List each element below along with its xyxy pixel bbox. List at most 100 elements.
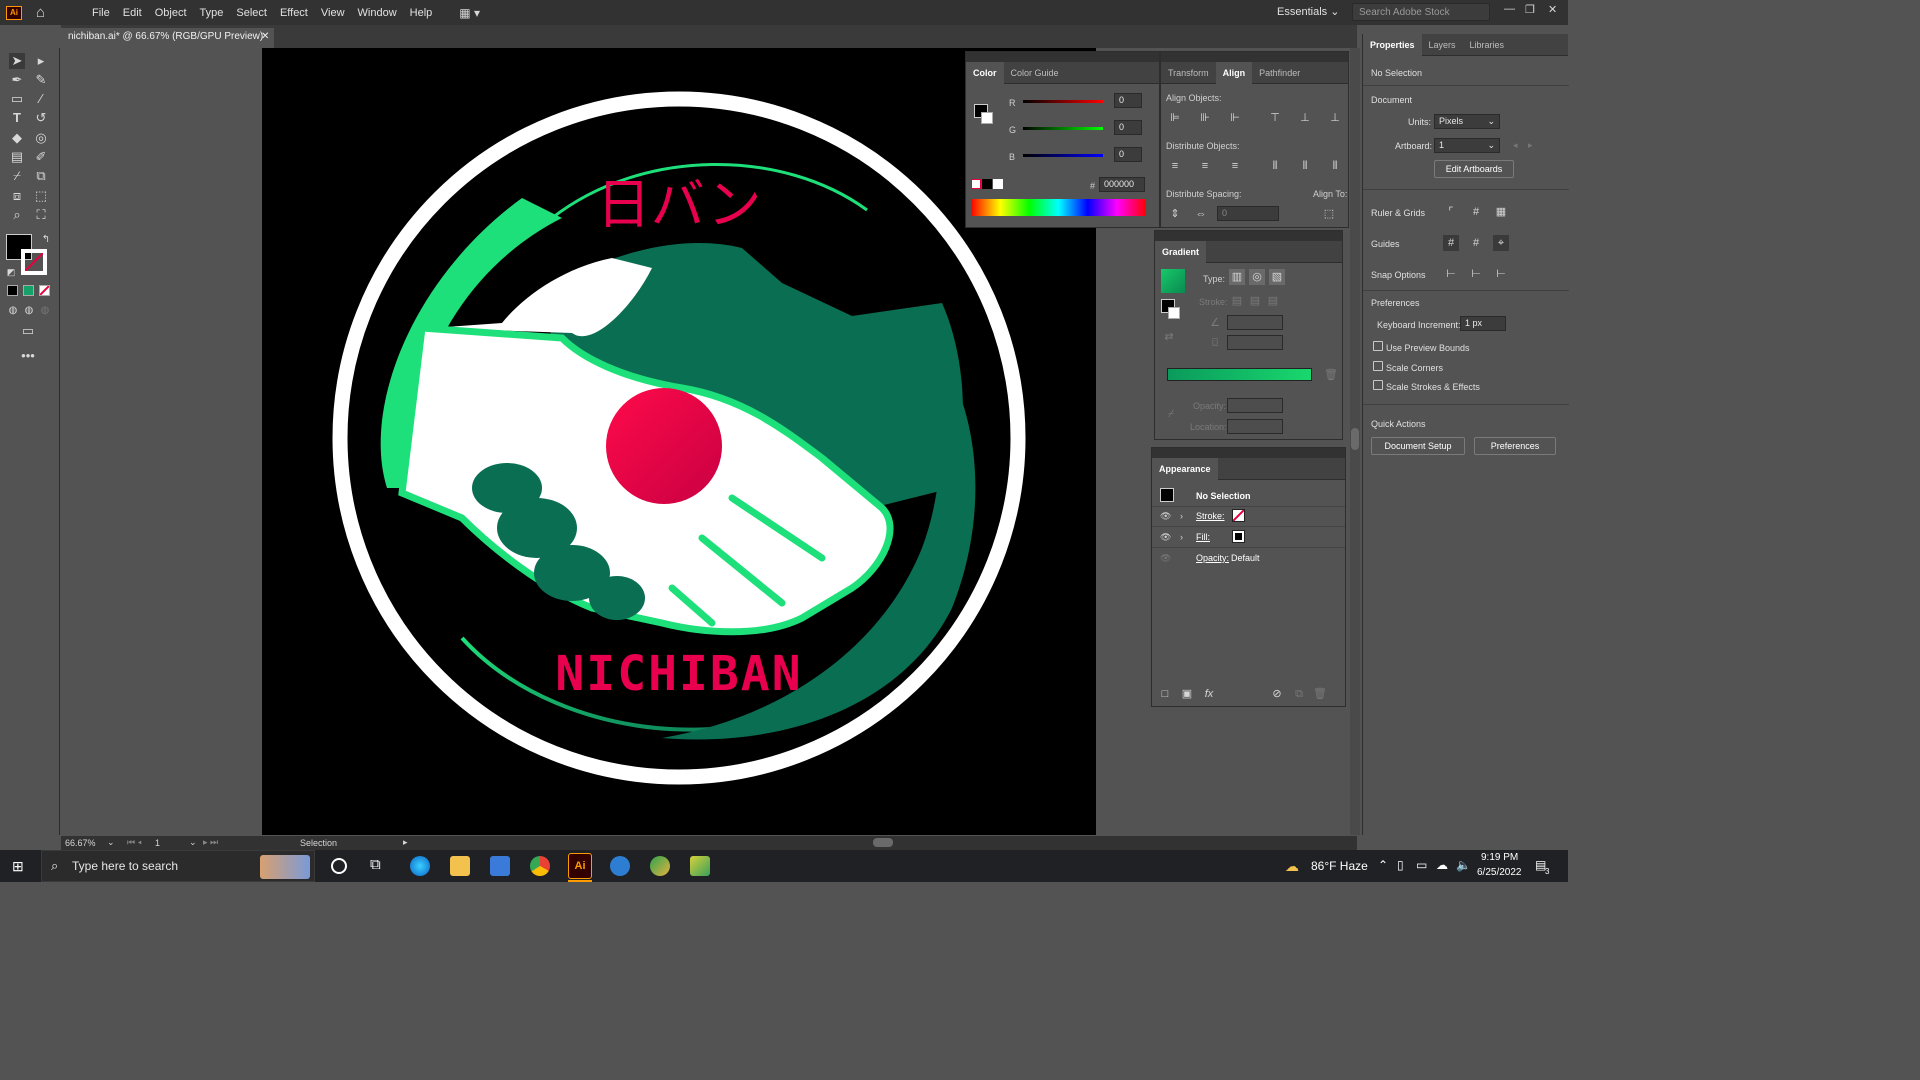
minimize-icon[interactable]: — [1504,3,1515,15]
snap-to-grid-icon[interactable]: ⊢ [1468,266,1484,282]
gradient-location-input[interactable] [1227,419,1283,434]
tab-color-guide[interactable]: Color Guide [1004,62,1066,84]
align-hcenter-icon[interactable]: ⊪ [1197,110,1213,126]
restore-icon[interactable]: ❐ [1525,3,1535,16]
distribute-hcenter-icon[interactable]: ⦀ [1297,158,1313,174]
gradient-tool-icon[interactable]: ▤ [9,149,25,165]
status-arrow-icon[interactable]: ▸ [403,837,408,848]
document-setup-button[interactable]: Document Setup [1371,437,1465,455]
horizontal-scrollbar-thumb[interactable] [873,838,893,847]
last-artboard-icon[interactable]: ▸ ⏭ [203,837,218,848]
stroke-swatch[interactable] [21,249,47,275]
gradient-opacity-input[interactable] [1227,398,1283,413]
arrange-documents-icon[interactable]: ▦ ▾ [459,6,480,20]
radial-gradient-icon[interactable]: ◎ [1249,269,1265,285]
chrome-icon[interactable] [530,856,550,876]
taskbar-search-box[interactable]: ⌕ Type here to search [41,850,315,882]
channel-b-input[interactable]: 0 [1114,147,1142,162]
clock-time[interactable]: 9:19 PM [1481,852,1518,863]
channel-g-input[interactable]: 0 [1114,120,1142,135]
tray-chevron-icon[interactable]: ⌃ [1378,858,1388,872]
distribute-vspace-icon[interactable]: ⇕ [1167,206,1183,222]
align-to-selection-icon[interactable]: ⬚ [1321,206,1337,222]
scale-corners-checkbox[interactable] [1373,361,1383,371]
channel-r-slider[interactable] [1023,100,1103,103]
type-tool-icon[interactable]: T [9,110,25,126]
onedrive-icon[interactable]: ☁ [1436,858,1448,872]
globe-app-icon[interactable] [650,856,670,876]
gradient-stroke-swatch[interactable] [1168,307,1180,319]
cortana-icon[interactable] [331,858,347,874]
artboard-tool-icon[interactable]: ⬚ [33,188,49,204]
align-right-icon[interactable]: ⊩ [1227,110,1243,126]
use-preview-bounds-checkbox[interactable] [1373,341,1383,351]
add-fill-icon[interactable]: ▣ [1179,686,1195,702]
tab-properties[interactable]: Properties [1363,33,1422,56]
pen-tool-icon[interactable]: ✒ [9,72,25,88]
vertical-scrollbar-thumb[interactable] [1351,428,1359,450]
color-spectrum[interactable] [971,199,1146,216]
menu-type[interactable]: Type [200,7,224,19]
paintbrush-tool-icon[interactable]: ⁄ [33,91,49,107]
aspect-input[interactable] [1227,335,1283,350]
snap-to-point-icon[interactable]: ⊢ [1443,266,1459,282]
opacity-visibility-icon[interactable]: 👁 [1160,553,1171,564]
tab-transform[interactable]: Transform [1161,62,1216,84]
distribute-left-icon[interactable]: ⦀ [1267,158,1283,174]
distribute-hspace-icon[interactable]: ⇔ [1193,206,1209,222]
menu-object[interactable]: Object [155,7,187,19]
align-bottom-icon[interactable]: ⊥ [1327,110,1343,126]
swap-fill-stroke-icon[interactable]: ↰ [38,232,54,248]
zoom-tool-icon[interactable]: ⌕ [9,207,25,223]
angle-input[interactable] [1227,315,1283,330]
distribute-top-icon[interactable]: ≡ [1167,158,1183,174]
clear-appearance-icon[interactable]: ⊘ [1269,686,1285,702]
color-mode-icon[interactable] [7,285,18,296]
menu-edit[interactable]: Edit [123,7,142,19]
align-vcenter-icon[interactable]: ⊥ [1297,110,1313,126]
fill-expand-icon[interactable]: › [1180,532,1183,542]
distribute-vcenter-icon[interactable]: ≡ [1197,158,1213,174]
align-left-icon[interactable]: ⊫ [1167,110,1183,126]
zoom-level[interactable]: 66.67% [65,838,96,848]
vertical-scrollbar[interactable] [1350,48,1360,835]
tab-gradient[interactable]: Gradient [1155,240,1207,263]
close-icon[interactable]: ✕ [1548,3,1557,16]
device-icon[interactable]: ▯ [1397,858,1404,872]
home-icon[interactable]: ⌂ [36,4,52,21]
color-stroke-swatch[interactable] [981,112,993,124]
stroke-swatch-icon[interactable] [1232,509,1245,522]
artboard-select[interactable]: 1 ⌄ [1434,138,1500,153]
tab-appearance[interactable]: Appearance [1152,457,1218,480]
show-guides-icon[interactable]: # [1443,235,1459,251]
rulers-icon[interactable]: ⌜ [1443,204,1459,220]
draw-inside-icon[interactable]: ◍ [37,303,53,319]
hand-tool-icon[interactable]: ⛶ [33,207,49,223]
stock-search-input[interactable]: Search Adobe Stock [1352,3,1490,21]
opacity-row-label[interactable]: Opacity: [1196,553,1229,563]
gradient-eyedropper-icon[interactable]: ⌿ [1163,406,1179,422]
distribute-bottom-icon[interactable]: ≡ [1227,158,1243,174]
gradient-mode-icon[interactable] [23,285,34,296]
next-artboard-icon[interactable]: ▸ [1528,140,1533,151]
tab-libraries[interactable]: Libraries [1463,34,1512,56]
lock-guides-icon[interactable]: # [1468,235,1484,251]
network-icon[interactable]: ▭ [1416,858,1427,872]
artboard-chevron-icon[interactable]: ⌄ [189,837,197,848]
edit-artboards-button[interactable]: Edit Artboards [1434,160,1514,178]
blend-tool-icon[interactable]: ⧉ [33,168,49,184]
channel-r-input[interactable]: 0 [1114,93,1142,108]
reverse-gradient-icon[interactable]: ⇄ [1161,329,1177,345]
shape-builder-tool-icon[interactable]: ⧈ [9,188,25,204]
grid-icon[interactable]: # [1468,204,1484,220]
add-effect-icon[interactable]: fx [1201,686,1217,702]
gradient-slider[interactable] [1167,368,1312,381]
default-fill-stroke-icon[interactable]: ◩ [3,264,19,280]
tab-pathfinder[interactable]: Pathfinder [1252,62,1307,84]
menu-effect[interactable]: Effect [280,7,308,19]
clock-date[interactable]: 6/25/2022 [1477,867,1522,878]
stroke-expand-icon[interactable]: › [1180,511,1183,521]
gradient-preview[interactable] [1161,269,1185,293]
volume-icon[interactable]: 🔈 [1456,858,1471,872]
align-top-icon[interactable]: ⊤ [1267,110,1283,126]
